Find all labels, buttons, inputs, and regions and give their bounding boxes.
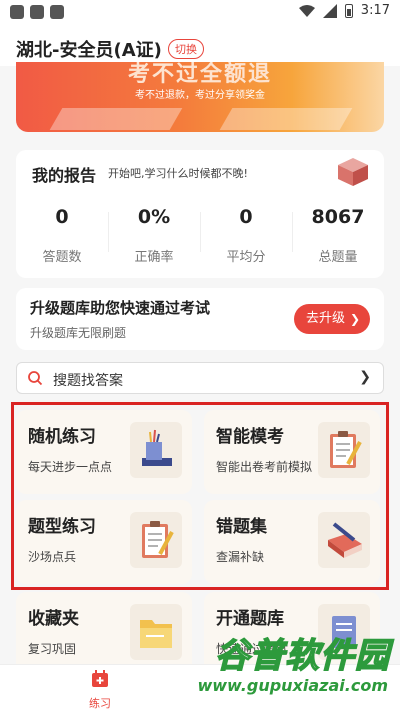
report-subtitle: 开始吧,学习什么时候都不晚! (108, 167, 248, 180)
notification-icon (50, 5, 64, 19)
tile-favorites[interactable]: 收藏夹 复习巩固 (16, 592, 192, 664)
page-title: 湖北-安全员(A证) (16, 40, 162, 61)
stat-answered: 0 答题数 (16, 206, 108, 265)
signal-icon (322, 3, 337, 18)
stat-label: 答题数 (42, 250, 82, 265)
upgrade-subtitle: 升级题库无限刷题 (30, 326, 127, 340)
notification-icon (10, 5, 24, 19)
stat-value: 0 (55, 206, 69, 228)
stat-total: 8067 总题量 (292, 206, 384, 265)
folder-icon (130, 604, 182, 660)
chevron-right-icon: ❯ (359, 369, 371, 385)
stat-value: 0 (239, 206, 253, 228)
notification-icons (10, 5, 64, 19)
tab-practice[interactable]: 练习 (80, 669, 120, 711)
upgrade-button[interactable]: 去升级 ❯ (294, 304, 370, 334)
watermark: 谷普软件园 www.gupuxiazai.com (197, 628, 394, 706)
battery-icon (344, 3, 353, 18)
chevron-right-icon: ❯ (349, 312, 360, 326)
stat-label: 平均分 (226, 250, 266, 265)
wifi-icon (298, 4, 315, 17)
stat-label: 正确率 (134, 250, 174, 265)
cube-icon (338, 158, 368, 186)
search-bar[interactable]: 搜题找答案 ❯ (16, 362, 384, 394)
switch-button[interactable]: 切换 (168, 39, 204, 59)
calendar-plus-icon (92, 670, 108, 687)
tile-title: 开通题库 (216, 609, 284, 629)
stat-accuracy: 0% 正确率 (108, 206, 200, 265)
stat-value: 8067 (311, 206, 365, 228)
tile-subtitle: 复习巩固 (28, 642, 77, 656)
report-title: 我的报告 (32, 166, 97, 185)
banner-subline: 考不过退款，考过分享领奖金 (135, 90, 265, 101)
banner-stripe (219, 108, 353, 130)
stat-label: 总题量 (318, 250, 358, 265)
watermark-url: www.gupuxiazai.com (197, 676, 388, 695)
status-bar: 3:17 (0, 0, 400, 24)
upgrade-title: 升级题库助您快速通过考试 (30, 299, 211, 317)
upgrade-card[interactable]: 升级题库助您快速通过考试 升级题库无限刷题 去升级 ❯ (16, 288, 384, 350)
search-icon (28, 371, 43, 386)
upgrade-button-label: 去升级 (306, 311, 346, 326)
watermark-text: 谷普软件园 (214, 635, 390, 677)
promo-banner[interactable]: 考不过全额退 考不过退款，考过分享领奖金 (16, 62, 384, 132)
tile-title: 收藏夹 (28, 609, 79, 629)
stat-average: 0 平均分 (200, 206, 292, 265)
stat-value: 0% (137, 206, 171, 228)
search-placeholder: 搜题找答案 (53, 373, 123, 389)
banner-headline: 考不过全额退 (127, 62, 272, 87)
banner-stripe (49, 108, 183, 130)
notification-icon (30, 5, 44, 19)
header: 湖北-安全员(A证) 切换 (0, 24, 400, 66)
report-card: 我的报告 开始吧,学习什么时候都不晚! 0 答题数 0% 正确率 0 平均分 8… (16, 150, 384, 278)
status-time: 3:17 (360, 3, 390, 18)
highlight-box (11, 402, 389, 590)
tab-label: 练习 (89, 697, 111, 710)
